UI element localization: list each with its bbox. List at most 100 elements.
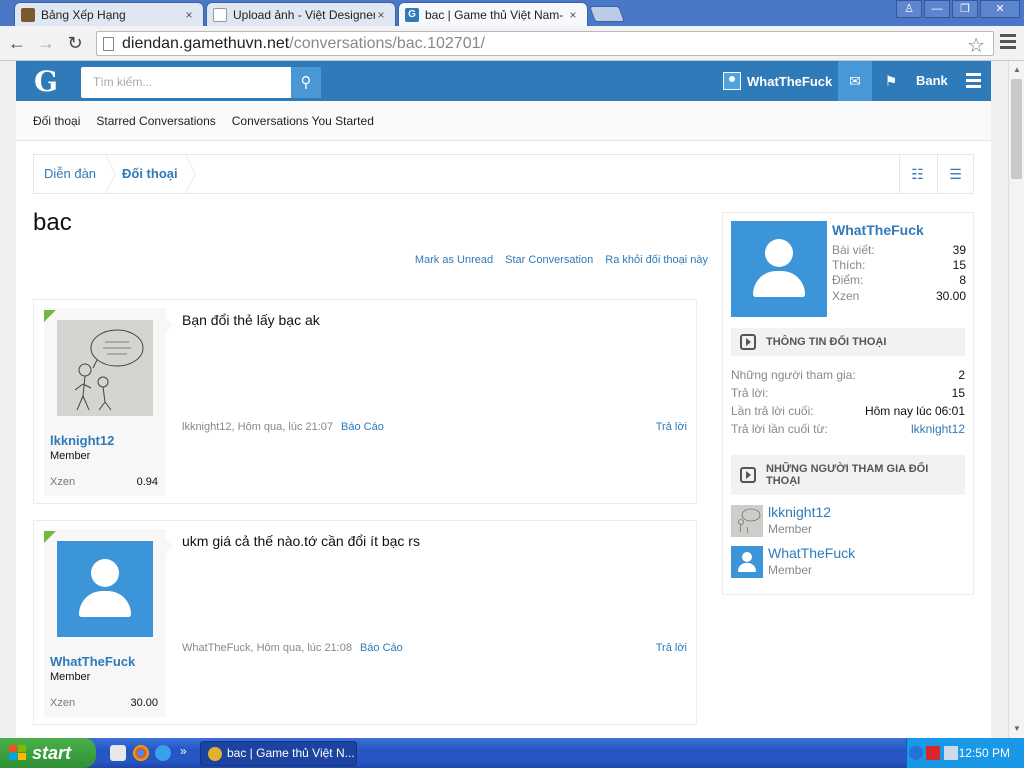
play-square-icon	[740, 334, 756, 350]
chrome-icon[interactable]	[133, 745, 149, 761]
user-title: Member	[50, 671, 91, 683]
subnav-conversations-you-started[interactable]: Conversations You Started	[232, 114, 374, 128]
info-last-reply: Lần trả lời cuối: Hôm nay lúc 06:01	[731, 404, 965, 418]
participant-name[interactable]: lkknight12	[768, 504, 831, 520]
gamethuvn-favicon-icon: G	[405, 7, 419, 22]
sketch-avatar-icon	[731, 505, 763, 537]
taskbar-item-chrome[interactable]: bac | Game thủ Việt N...	[200, 741, 357, 766]
site-logo[interactable]: G	[34, 65, 58, 98]
subnav-starred-conversations[interactable]: Starred Conversations	[96, 114, 215, 128]
scroll-down-icon[interactable]: ▼	[1013, 724, 1021, 733]
avatar[interactable]	[57, 320, 153, 416]
scrollbar-thumb[interactable]	[1011, 79, 1022, 179]
forum-page: G Tìm kiếm... ⚲ WhatTheFuck ✉ ⚑ Bank Đối…	[16, 61, 991, 738]
close-window-icon[interactable]: ✕	[980, 0, 1020, 18]
user-account-link[interactable]: WhatTheFuck	[723, 61, 832, 101]
breadcrumb-conversations[interactable]: Đối thoại	[122, 155, 178, 193]
avatar[interactable]	[731, 505, 763, 537]
subnav-conversations[interactable]: Đối thoại	[33, 114, 80, 128]
page-viewport: G Tìm kiếm... ⚲ WhatTheFuck ✉ ⚑ Bank Đối…	[0, 61, 1008, 738]
page-icon	[213, 7, 227, 22]
info-last-reply-from: Trả lời lần cuối từ: lkknight12	[731, 422, 965, 436]
info-value: 15	[951, 386, 965, 400]
tab-upload-anh[interactable]: Upload ảnh - Việt Designer ×	[206, 2, 396, 26]
section-heading-text: NHỮNG NGƯỜI THAM GIA ĐỐI THOẠI	[766, 463, 929, 487]
notepad-icon[interactable]	[110, 745, 126, 761]
quicklaunch-expand-icon[interactable]: »	[180, 744, 187, 758]
close-icon[interactable]: ×	[375, 8, 387, 22]
minimize-icon[interactable]: —	[924, 0, 950, 18]
search-button[interactable]: ⚲	[291, 67, 321, 98]
username-label: WhatTheFuck	[747, 73, 833, 89]
avatar[interactable]	[731, 546, 763, 578]
tab-title: Bảng Xếp Hạng	[41, 7, 126, 22]
scroll-up-icon[interactable]: ▲	[1013, 65, 1021, 74]
site-header: G Tìm kiếm... ⚲ WhatTheFuck ✉ ⚑ Bank	[16, 61, 991, 101]
message-meta: WhatTheFuck, Hôm qua, lúc 21:08 Báo Cáo	[182, 642, 403, 654]
alerts-button[interactable]: ⚑	[878, 61, 904, 101]
stat-value: 39	[952, 243, 966, 257]
forward-icon[interactable]: →	[35, 32, 57, 54]
sitemap-icon[interactable]: ☷	[899, 155, 935, 193]
antivirus-icon[interactable]	[926, 746, 940, 760]
avatar[interactable]	[731, 221, 827, 317]
star-conversation-link[interactable]: Star Conversation	[505, 254, 593, 266]
bank-link[interactable]: Bank	[916, 61, 948, 101]
restore-icon[interactable]: ❐	[952, 0, 978, 18]
reply-link[interactable]: Trả lời	[656, 421, 687, 433]
message-username[interactable]: WhatTheFuck	[50, 654, 135, 669]
participant-title: Member	[768, 522, 813, 536]
participant-item: lkknight12 Member	[731, 504, 965, 537]
xzen-value: 0.94	[136, 476, 158, 488]
sidebar: WhatTheFuck Bài viết: 39 Thích: 15 Điểm: 8 …	[722, 212, 974, 595]
back-icon[interactable]: ←	[6, 32, 28, 54]
tab-bang-xep-hang[interactable]: Bảng Xếp Hạng ×	[14, 2, 204, 26]
browser-tab-bar: Bảng Xếp Hạng × Upload ảnh - Việt Design…	[0, 0, 1024, 26]
inbox-button[interactable]: ✉	[838, 61, 872, 101]
tray-expand-icon[interactable]	[909, 746, 923, 760]
tab-title: Upload ảnh - Việt Designer	[233, 7, 375, 22]
stat-value: 15	[952, 258, 966, 272]
mark-unread-link[interactable]: Mark as Unread	[415, 254, 493, 266]
browser-toolbar: ← → ↻ diendan.gamethuvn.net/conversation…	[0, 26, 1024, 61]
user-profile-icon[interactable]: ♙	[896, 0, 922, 18]
reply-link[interactable]: Trả lời	[656, 642, 687, 654]
close-icon[interactable]: ×	[183, 8, 195, 22]
search-icon: ⚲	[300, 74, 312, 91]
reload-icon[interactable]: ↻	[64, 32, 86, 54]
new-tab-button[interactable]	[589, 6, 625, 22]
default-avatar-icon	[742, 552, 752, 562]
report-link[interactable]: Báo Cáo	[360, 642, 403, 654]
info-replies: Trả lời: 15	[731, 386, 965, 400]
page-icon	[103, 36, 114, 51]
hamburger-menu-icon[interactable]	[966, 73, 981, 91]
start-button[interactable]: start	[0, 738, 96, 768]
internet-explorer-icon[interactable]	[155, 745, 171, 761]
user-title: Member	[50, 450, 91, 462]
tab-bac-active[interactable]: G bac | Game thủ Việt Nam- MU ×	[398, 2, 588, 26]
message-item: WhatTheFuck Member Xzen 30.00 ukm giá cả…	[33, 520, 697, 725]
last-reply-user-link[interactable]: lkknight12	[911, 422, 965, 436]
default-avatar-body	[738, 563, 756, 572]
page-scrollbar[interactable]: ▲ ▼	[1008, 61, 1024, 738]
participants-heading: NHỮNG NGƯỜI THAM GIA ĐỐI THOẠI	[731, 455, 965, 495]
participant-name[interactable]: WhatTheFuck	[768, 545, 855, 561]
address-bar[interactable]: diendan.gamethuvn.net/conversations/bac.…	[96, 31, 994, 58]
xzen-label: Xzen	[50, 697, 76, 709]
message-text: Bạn đổi thẻ lấy bạc ak	[182, 312, 320, 328]
breadcrumb-separator	[185, 155, 200, 193]
start-label: start	[32, 743, 72, 763]
close-icon[interactable]: ×	[567, 8, 579, 22]
breadcrumb-forum[interactable]: Diễn đàn	[44, 155, 96, 193]
avatar[interactable]	[57, 541, 153, 637]
network-icon[interactable]	[944, 746, 958, 760]
sidebar-username[interactable]: WhatTheFuck	[832, 222, 924, 238]
leave-conversation-link[interactable]: Ra khỏi đối thoại này	[605, 254, 708, 266]
message-username[interactable]: lkknight12	[50, 433, 114, 448]
report-link[interactable]: Báo Cáo	[341, 421, 384, 433]
list-view-icon[interactable]: ☰	[937, 155, 973, 193]
xzen-value: 30.00	[130, 697, 158, 709]
chrome-menu-icon[interactable]	[1000, 34, 1016, 50]
bookmark-star-icon[interactable]: ☆	[967, 33, 985, 58]
search-input[interactable]: Tìm kiếm...	[81, 67, 291, 98]
